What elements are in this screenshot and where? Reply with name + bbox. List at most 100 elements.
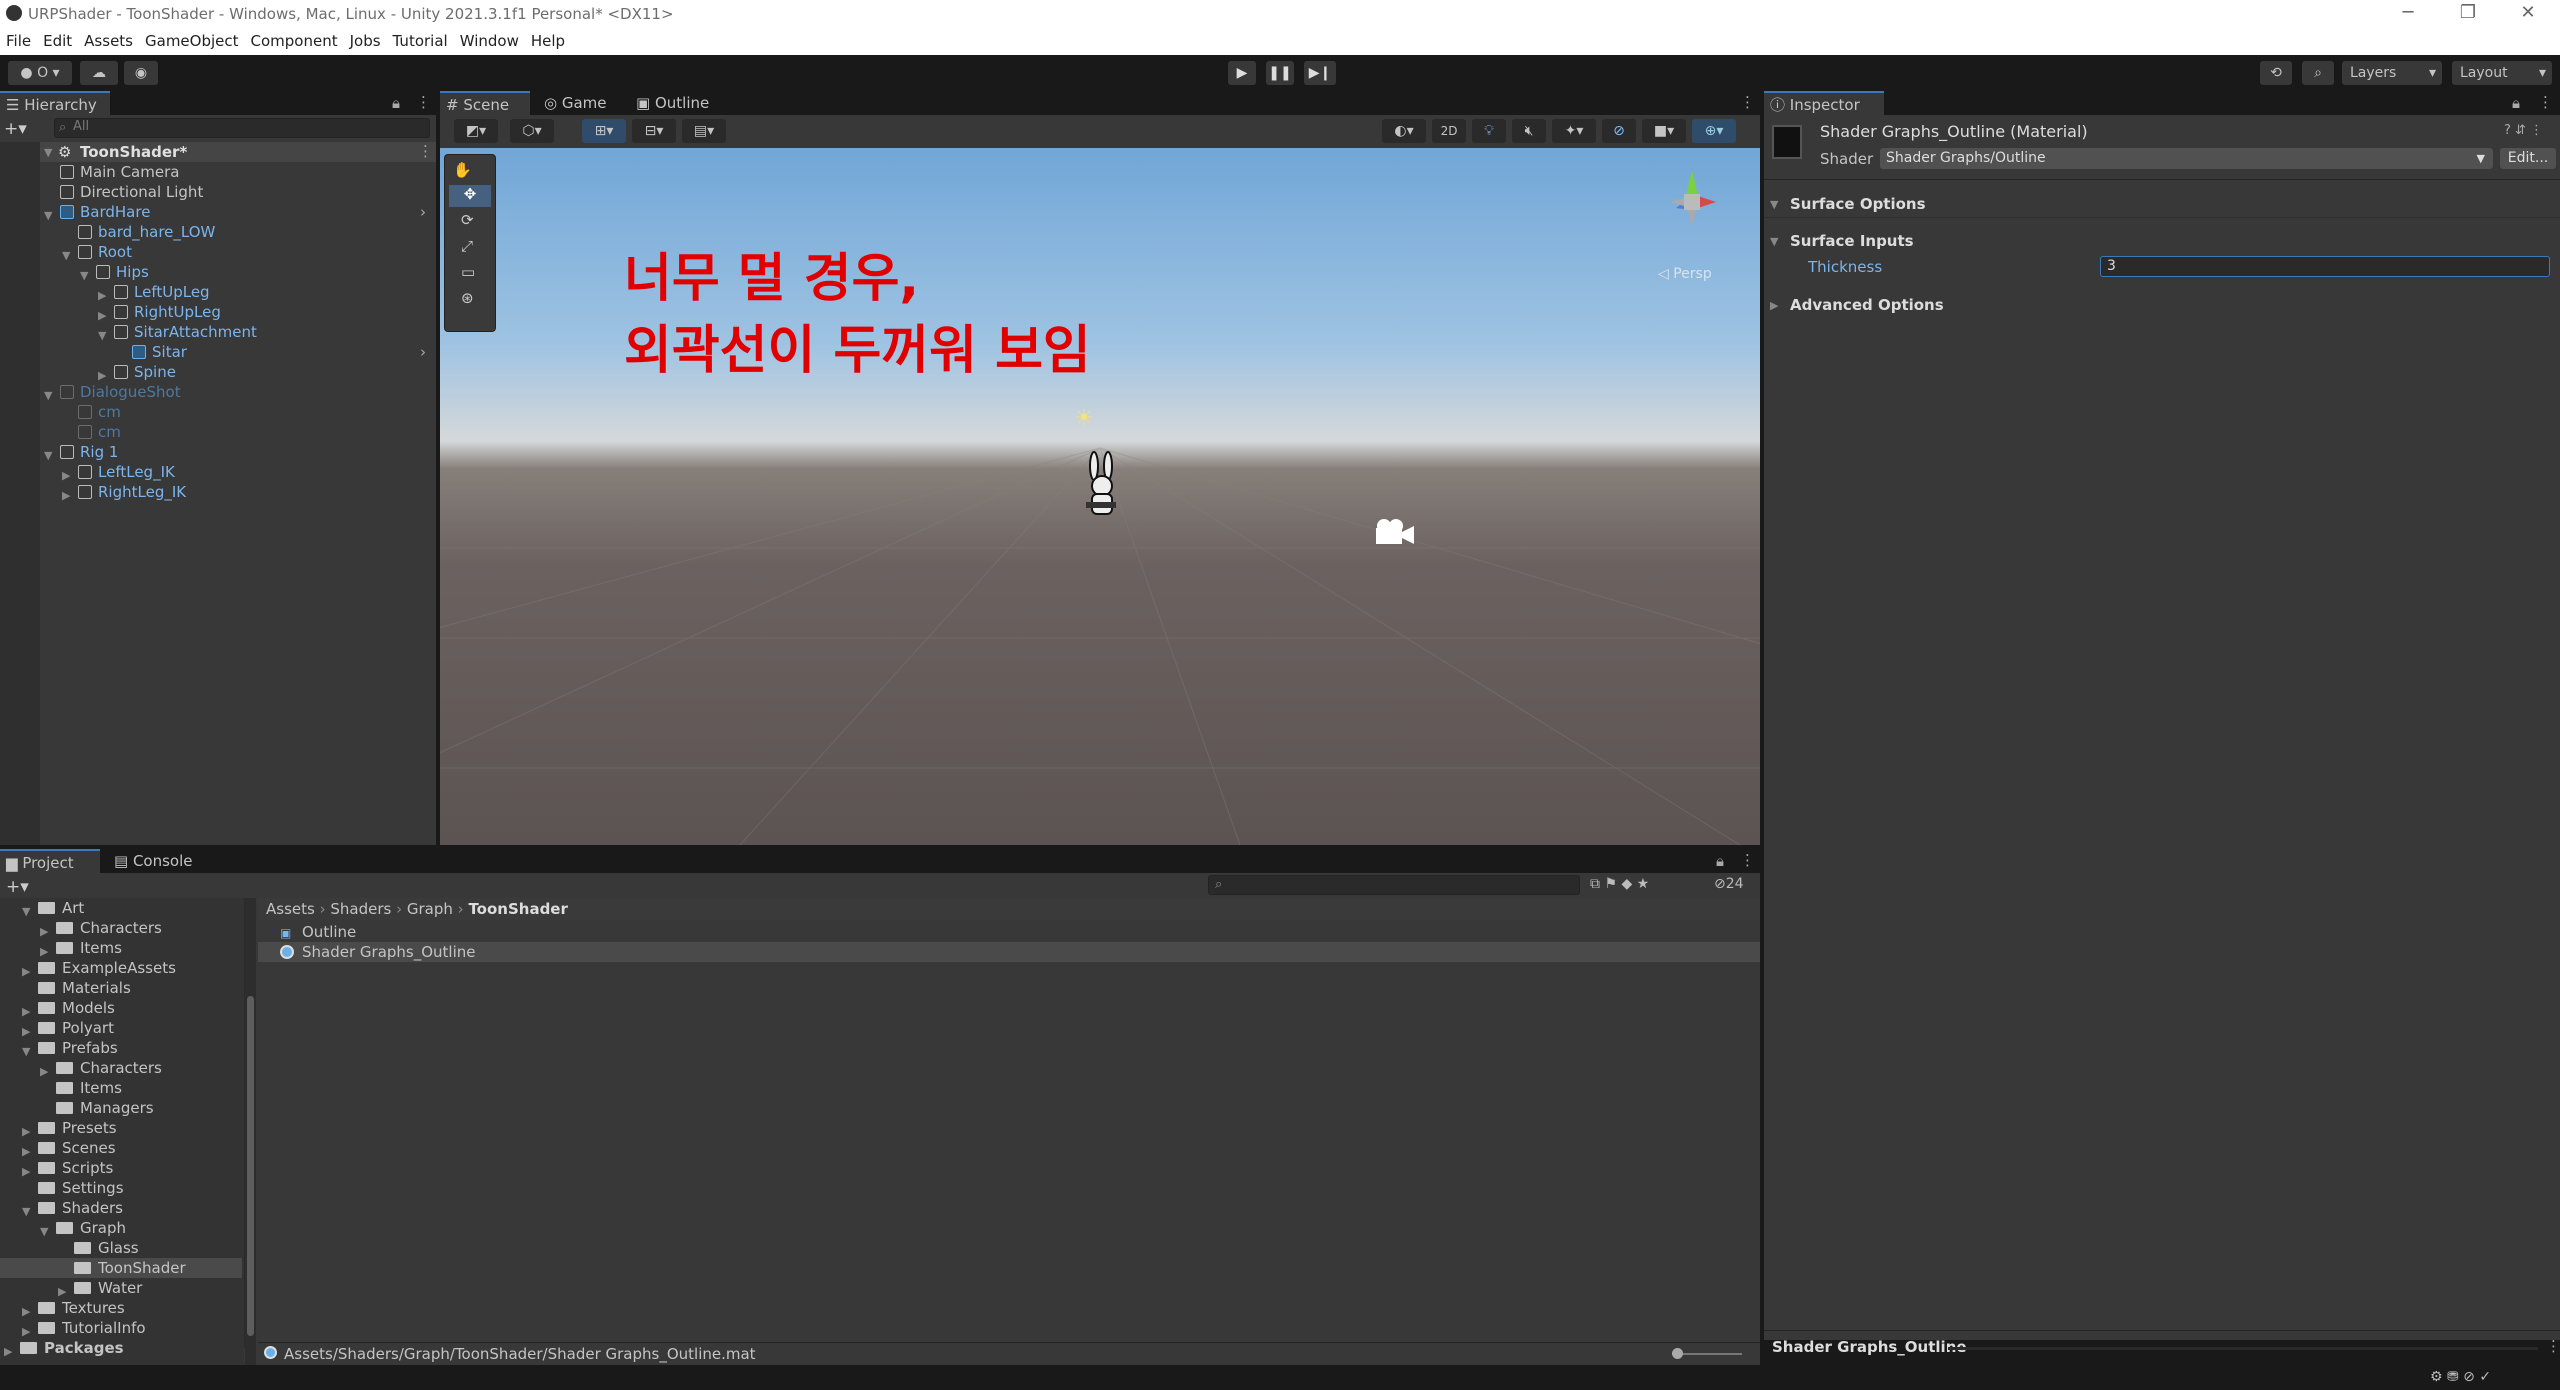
menu-component[interactable]: Component [245,28,344,55]
hierarchy-item[interactable]: ▼ SitarAttachment [0,322,436,342]
tab-project[interactable]: ▆ Project [0,849,100,873]
menu-jobs[interactable]: Jobs [344,28,387,55]
add-button[interactable]: +▾ [4,119,27,139]
breadcrumb-item[interactable]: Assets [266,900,315,918]
search-icon[interactable]: ⌕ [2302,61,2334,85]
folder-item[interactable]: Managers [0,1098,242,1118]
folder-item[interactable]: ▶ TutorialInfo [0,1318,242,1338]
visibility-icon[interactable]: ⊘ [1602,119,1636,143]
folder-item[interactable]: Items [0,1078,242,1098]
collapse-icon[interactable]: ▶ [4,1342,12,1362]
minimize-button[interactable]: ─ [2388,2,2428,26]
hierarchy-item[interactable]: Directional Light [0,182,436,202]
tab-scene[interactable]: # Scene [440,91,530,115]
filter-icons[interactable]: ⧉ ⚑ ◆ ★ [1590,876,1649,892]
edit-shader-button[interactable]: Edit... [2500,148,2556,169]
scrollbar-thumb[interactable] [247,996,254,1336]
thickness-input[interactable]: 3 [2100,256,2550,277]
folder-item[interactable]: ▶ ExampleAssets [0,958,242,978]
folder-item[interactable]: ▶ Characters [0,1058,242,1078]
layout-dropdown[interactable]: Layout ▾ [2452,61,2552,85]
hierarchy-item[interactable]: ▶ LeftUpLeg [0,282,436,302]
breadcrumb-item[interactable]: ToonShader [468,900,567,918]
tab-game[interactable]: ◎ Game [538,91,618,115]
lock-icon[interactable]: 🔒︎ [392,94,400,112]
folder-item[interactable]: ▶ Items [0,938,242,958]
menu-gameobject[interactable]: GameObject [139,28,245,55]
scene-viewport[interactable]: ✋ ✥ ⟳ ⤢ ▭ ⊛ 너무 멀 경우, 외곽선이 두꺼워 보임 ☀ ◁ Per… [440,148,1760,845]
section-surface-options[interactable]: ▼ Surface Options [1770,195,2490,213]
align-icon[interactable]: ▤▾ [682,119,726,143]
folder-item[interactable]: ▼ Art [0,898,242,918]
step-button[interactable]: ▶❙ [1304,61,1336,85]
rect-tool-icon[interactable]: ▭ [461,263,475,281]
more-icon[interactable]: ⋮ [418,142,433,160]
folder-item[interactable]: ▶ Models [0,998,242,1018]
history-icon[interactable]: ⟲ [2260,61,2292,85]
scene-header-row[interactable]: ▼ ⚙ ToonShader* ⋮ [40,142,436,162]
increment-snap-icon[interactable]: ⊟▾ [632,119,676,143]
hidden-packages-icon[interactable]: ⊘24 [1714,876,1744,892]
more-icon[interactable]: ⋮ [1740,851,1755,869]
folder-item[interactable]: ▶ Water [0,1278,242,1298]
tab-outline[interactable]: ▣ Outline [630,91,720,115]
menu-window[interactable]: Window [454,28,525,55]
folder-item[interactable]: ▶ Polyart [0,1018,242,1038]
section-surface-inputs[interactable]: ▼ Surface Inputs [1770,232,2490,250]
render-mode-icon[interactable]: ◐▾ [1382,119,1426,143]
more-icon[interactable]: ⋮ [416,93,431,111]
hierarchy-item[interactable]: Main Camera [0,162,436,182]
folder-item[interactable]: ▼ Shaders [0,1198,242,1218]
projection-label[interactable]: ◁ Persp [1658,266,1712,282]
collab-icon[interactable]: ◉ [124,61,158,85]
hierarchy-item[interactable]: ▼ BardHare › [0,202,436,222]
folder-scrollbar[interactable] [245,898,256,1365]
menu-file[interactable]: File [0,28,37,55]
folder-item[interactable]: ▼ Graph [0,1218,242,1238]
folder-item[interactable]: Materials [0,978,242,998]
hierarchy-item[interactable]: ▼ DialogueShot [0,382,436,402]
hierarchy-item[interactable]: ▶ RightUpLeg [0,302,436,322]
hierarchy-search-input[interactable]: ⌕ All [54,118,430,138]
folder-item[interactable]: ▶ Textures [0,1298,242,1318]
hand-tool-icon[interactable]: ✋ [453,161,472,179]
folder-item[interactable]: ▶ Packages [0,1338,242,1358]
breadcrumb-item[interactable]: Graph [407,900,453,918]
2d-toggle-button[interactable]: 2D [1432,119,1466,143]
menu-tutorial[interactable]: Tutorial [387,28,454,55]
folder-item[interactable]: ▶ Scenes [0,1138,242,1158]
hierarchy-item[interactable]: cm [0,402,436,422]
folder-item[interactable]: ▶ Presets [0,1118,242,1138]
folder-item[interactable]: ▶ Characters [0,918,242,938]
menu-assets[interactable]: Assets [78,28,139,55]
folder-item[interactable]: ▶ Scripts [0,1158,242,1178]
lighting-icon[interactable]: 💡︎ [1472,119,1506,143]
effects-icon[interactable]: ✦▾ [1552,119,1596,143]
breadcrumb-item[interactable]: Shaders [330,900,391,918]
camera-gizmo-icon[interactable] [1370,516,1416,548]
draw-mode-dropdown[interactable]: ◩▾ [454,119,498,143]
collapse-icon[interactable]: ▶ [62,486,70,506]
zoom-slider-handle[interactable] [1672,1348,1683,1359]
tab-inspector[interactable]: ⓘ Inspector [1764,91,1884,115]
sun-light-icon[interactable]: ☀ [1074,406,1094,431]
asset-item-material[interactable]: Shader Graphs_Outline [258,942,1760,962]
folder-item[interactable]: Glass [0,1238,242,1258]
close-button[interactable]: ✕ [2508,2,2548,26]
open-prefab-icon[interactable]: › [420,202,426,222]
tab-console[interactable]: ▤ Console [108,849,208,873]
hierarchy-item[interactable]: cm [0,422,436,442]
menu-edit[interactable]: Edit [37,28,78,55]
grid-snap-icon[interactable]: ⊞▾ [582,119,626,143]
camera-icon[interactable]: ■▾ [1642,119,1686,143]
lock-icon[interactable]: 🔒︎ [2512,94,2520,112]
audio-icon[interactable]: 🔇︎ [1512,119,1546,143]
hierarchy-item[interactable]: ▼ Rig 1 [0,442,436,462]
project-search-input[interactable]: ⌕ [1208,875,1580,895]
more-icon[interactable]: ⋮ [1740,93,1755,111]
preview-resize-handle[interactable] [1948,1347,2538,1350]
account-dropdown[interactable]: ● O ▾ [8,61,72,85]
folder-item[interactable]: Settings [0,1178,242,1198]
gizmos-icon[interactable]: ⊕▾ [1692,119,1736,143]
section-advanced-options[interactable]: ▶ Advanced Options [1770,296,2490,314]
